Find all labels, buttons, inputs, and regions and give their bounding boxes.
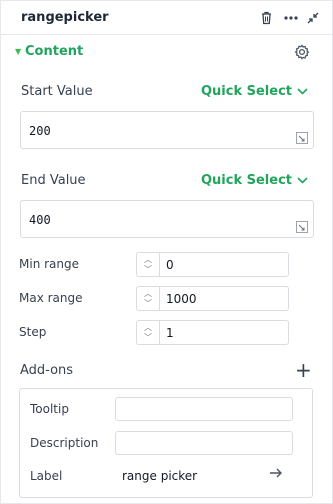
- tooltip-label: Tooltip: [30, 402, 69, 416]
- quick-select-label: Quick Select: [200, 173, 292, 188]
- end-quick-select[interactable]: Quick Select: [201, 173, 308, 188]
- quick-select-label: Quick Select: [200, 84, 292, 99]
- content-section-header[interactable]: ▼ Content: [1, 39, 333, 67]
- min-range-stepper[interactable]: ︿ ﹀: [136, 252, 160, 277]
- min-range-label: Min range: [19, 257, 79, 271]
- min-range-input[interactable]: 0: [159, 252, 289, 277]
- start-quick-select[interactable]: Quick Select: [201, 84, 308, 99]
- label-value[interactable]: range picker: [122, 469, 197, 483]
- resize-icon[interactable]: [296, 132, 308, 144]
- trash-icon[interactable]: [257, 9, 275, 27]
- max-range-input[interactable]: 1000: [159, 286, 289, 311]
- addons-title: Add-ons: [20, 363, 74, 378]
- end-value-label: End Value: [21, 173, 86, 188]
- collapse-icon[interactable]: [304, 9, 322, 27]
- addons-box: Tooltip Description Label range picker: [19, 388, 313, 498]
- add-icon[interactable]: +: [295, 360, 312, 380]
- chevron-up-icon[interactable]: ︿: [144, 256, 152, 264]
- max-range-value: 1000: [166, 292, 197, 306]
- section-title: Content: [25, 44, 84, 59]
- max-range-stepper[interactable]: ︿ ﹀: [136, 286, 160, 311]
- start-value-label: Start Value: [21, 84, 93, 99]
- resize-icon[interactable]: [296, 221, 308, 233]
- chevron-down-icon[interactable]: ﹀: [144, 266, 152, 274]
- chevron-down-icon[interactable]: ﹀: [144, 300, 152, 308]
- more-icon[interactable]: [282, 9, 300, 27]
- caret-down-icon: ▼: [15, 47, 22, 56]
- description-label: Description: [30, 436, 99, 450]
- arrow-right-icon[interactable]: [269, 467, 283, 483]
- gear-icon[interactable]: [293, 43, 311, 61]
- step-value: 1: [166, 326, 174, 340]
- panel-header: rangepicker: [1, 1, 333, 35]
- tooltip-input[interactable]: [115, 397, 293, 421]
- chevron-up-icon[interactable]: ︿: [144, 324, 152, 332]
- start-value-field[interactable]: 200: [20, 111, 314, 149]
- end-value-field[interactable]: 400: [20, 200, 314, 238]
- step-input[interactable]: 1: [159, 320, 289, 345]
- chevron-down-icon: [297, 88, 308, 95]
- label-label: Label: [30, 469, 63, 483]
- panel-title: rangepicker: [21, 10, 109, 25]
- end-value-text: 400: [29, 213, 51, 227]
- step-stepper[interactable]: ︿ ﹀: [136, 320, 160, 345]
- chevron-up-icon[interactable]: ︿: [144, 290, 152, 298]
- start-value-text: 200: [29, 124, 51, 138]
- chevron-down-icon: [297, 177, 308, 184]
- chevron-down-icon[interactable]: ﹀: [144, 334, 152, 342]
- max-range-label: Max range: [19, 291, 83, 305]
- properties-panel: rangepicker ▼ Content Start Value Quick …: [0, 0, 333, 504]
- description-input[interactable]: [115, 431, 293, 455]
- min-range-value: 0: [166, 258, 174, 272]
- step-label: Step: [19, 325, 47, 339]
